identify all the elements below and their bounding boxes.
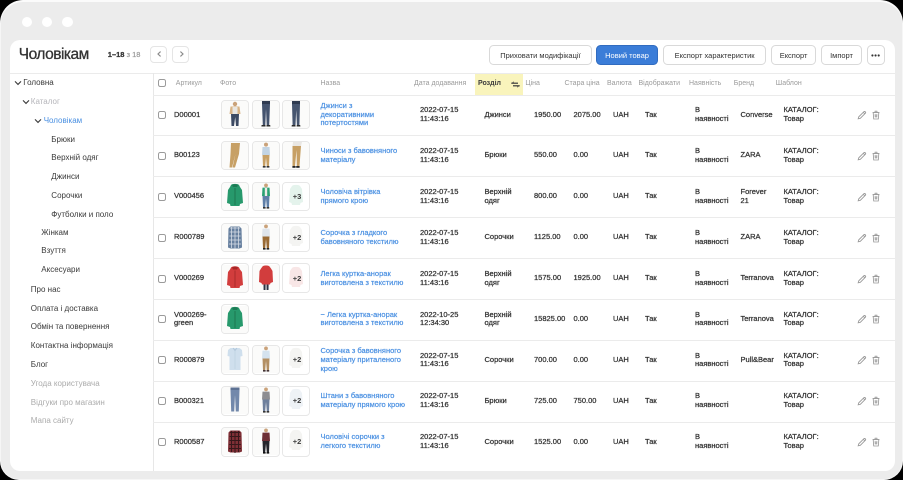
- svg-text:+2: +2: [293, 396, 302, 405]
- svg-text:+2: +2: [293, 274, 302, 283]
- svg-text:+3: +3: [293, 192, 302, 201]
- svg-text:+2: +2: [293, 355, 302, 364]
- svg-text:+2: +2: [293, 233, 302, 242]
- svg-text:+2: +2: [293, 437, 302, 446]
